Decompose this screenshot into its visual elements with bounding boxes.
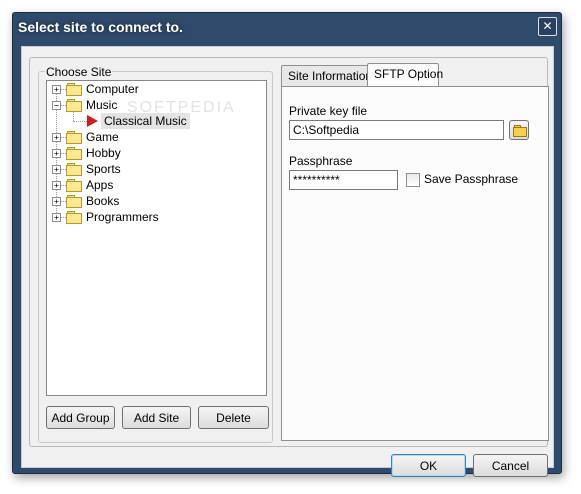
folder-icon bbox=[66, 179, 82, 192]
add-site-button[interactable]: Add Site bbox=[122, 406, 191, 429]
folder-icon bbox=[66, 147, 82, 160]
window-title: Select site to connect to. bbox=[18, 19, 183, 35]
expand-icon[interactable]: + bbox=[52, 165, 61, 174]
collapse-icon[interactable]: − bbox=[52, 101, 61, 110]
tree-item-computer[interactable]: + Computer bbox=[47, 81, 266, 97]
folder-icon bbox=[66, 211, 82, 224]
folder-icon bbox=[66, 131, 82, 144]
passphrase-field[interactable]: ********** bbox=[289, 170, 398, 190]
save-passphrase-label[interactable]: Save Passphrase bbox=[424, 172, 518, 186]
ok-button[interactable]: OK bbox=[391, 454, 466, 477]
private-key-field[interactable]: C:\Softpedia bbox=[289, 120, 504, 140]
tree-item-label: Books bbox=[86, 194, 120, 208]
tree-item-label: Game bbox=[86, 130, 119, 144]
folder-icon bbox=[66, 195, 82, 208]
site-arrow-icon bbox=[87, 115, 98, 127]
tree-item-label: Computer bbox=[86, 82, 139, 96]
close-button[interactable]: ✕ bbox=[538, 17, 557, 36]
tree-item-label: Apps bbox=[86, 178, 114, 192]
folder-open-icon bbox=[66, 99, 82, 112]
expand-icon[interactable]: + bbox=[52, 149, 61, 158]
main-panel: Choose Site SOFTPEDIA + Computer − Music… bbox=[29, 57, 549, 447]
browse-button[interactable] bbox=[509, 120, 529, 140]
tab-site-information[interactable]: Site Information bbox=[281, 65, 372, 86]
dialog-window: Select site to connect to. ✕ Choose Site… bbox=[12, 12, 562, 477]
tree-item-game[interactable]: + Game bbox=[47, 129, 266, 145]
tree-item-label: Music bbox=[86, 98, 118, 112]
tree-item-label: Sports bbox=[86, 162, 121, 176]
tree-item-books[interactable]: + Books bbox=[47, 193, 266, 209]
tree-item-sports[interactable]: + Sports bbox=[47, 161, 266, 177]
folder-icon bbox=[66, 163, 82, 176]
expand-icon[interactable]: + bbox=[52, 197, 61, 206]
tree-item-programmers[interactable]: + Programmers bbox=[47, 209, 266, 225]
tree-item-label: Programmers bbox=[86, 210, 159, 224]
title-bar[interactable]: Select site to connect to. ✕ bbox=[13, 13, 561, 41]
passphrase-label: Passphrase bbox=[289, 154, 353, 168]
tree-item-label: Hobby bbox=[86, 146, 121, 160]
private-key-label: Private key file bbox=[289, 104, 368, 118]
choose-site-label: Choose Site bbox=[45, 65, 113, 79]
site-tree[interactable]: SOFTPEDIA + Computer − Music Classical M… bbox=[46, 80, 267, 396]
add-group-button[interactable]: Add Group bbox=[46, 406, 115, 429]
expand-icon[interactable]: + bbox=[52, 181, 61, 190]
tab-sftp-option[interactable]: SFTP Option bbox=[367, 63, 443, 86]
save-passphrase-checkbox[interactable] bbox=[406, 173, 420, 187]
expand-icon[interactable]: + bbox=[52, 133, 61, 142]
tree-item-apps[interactable]: + Apps bbox=[47, 177, 266, 193]
dialog-client-area: Choose Site SOFTPEDIA + Computer − Music… bbox=[21, 46, 554, 477]
cancel-button[interactable]: Cancel bbox=[473, 454, 548, 477]
choose-site-group: Choose Site SOFTPEDIA + Computer − Music… bbox=[38, 65, 273, 443]
expand-icon[interactable]: + bbox=[52, 85, 61, 94]
expand-icon[interactable]: + bbox=[52, 213, 61, 222]
tree-item-label: Classical Music bbox=[101, 113, 190, 129]
tree-item-hobby[interactable]: + Hobby bbox=[47, 145, 266, 161]
tree-item-classical-music[interactable]: Classical Music bbox=[47, 113, 266, 129]
close-icon: ✕ bbox=[542, 19, 553, 33]
tree-item-music[interactable]: − Music bbox=[47, 97, 266, 113]
delete-button[interactable]: Delete bbox=[198, 406, 269, 429]
sftp-option-page: Private key file C:\Softpedia Passphrase… bbox=[281, 86, 549, 441]
folder-icon bbox=[66, 83, 82, 96]
